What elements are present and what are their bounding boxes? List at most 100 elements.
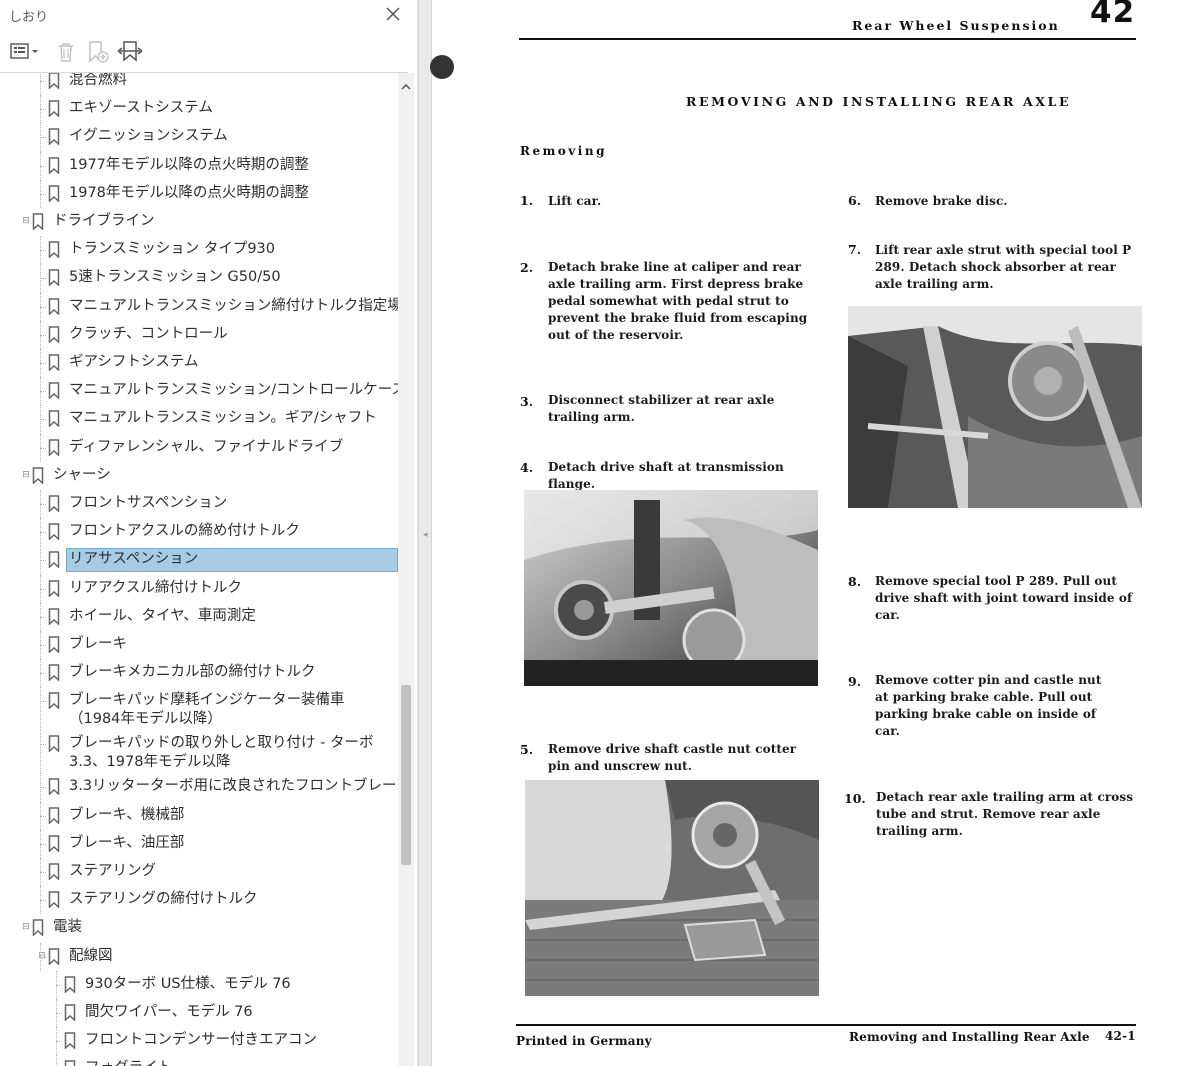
panel-scrollbar[interactable] (398, 73, 414, 1066)
bookmark-label: ホイール、タイヤ、車両測定 (69, 607, 256, 624)
section-title: REMOVING AND INSTALLING REAR AXLE (686, 94, 1072, 109)
step-number: 5. (520, 742, 534, 757)
bookmark-label: イグニッションシステム (69, 128, 228, 145)
bookmark-icon (48, 495, 60, 512)
expand-bookmark-button[interactable] (116, 40, 144, 64)
collapse-toggle-icon[interactable]: ⊟ (22, 470, 30, 479)
bookmark-item[interactable]: ブレーキメカニカル部の締付けトルク (0, 659, 398, 688)
bookmark-item[interactable]: ブレーキ、機械部 (0, 801, 398, 830)
collapse-toggle-icon[interactable]: ⊟ (22, 923, 30, 932)
step-text: Remove cotter pin and castle nut at park… (875, 673, 1102, 738)
bookmark-item[interactable]: ディファレンシャル、ファイナルドライブ (0, 433, 398, 462)
running-head: Rear Wheel Suspension (852, 18, 1060, 33)
tree-connector (40, 179, 41, 208)
bookmark-item[interactable]: ⊟ 配線図 (0, 942, 398, 971)
close-panel-button[interactable] (380, 2, 406, 26)
panel-splitter[interactable]: ◂ (418, 0, 432, 1066)
bookmark-item[interactable]: マニュアルトランスミッション締付けトルク指定場所 (0, 292, 398, 321)
bookmark-item[interactable]: ⊟ シャーシ (0, 462, 398, 490)
bookmark-item[interactable]: フォグライト (0, 1055, 398, 1066)
bookmark-item[interactable]: 930ターボ US仕様、モデル 76 (0, 970, 398, 999)
wheel-hub-photo (525, 780, 819, 996)
bookmark-item[interactable]: マニュアルトランスミッション/コントロールケース (0, 377, 398, 406)
scroll-thumb[interactable] (401, 685, 411, 865)
bookmark-item[interactable]: フロントアクスルの締め付けトルク (0, 518, 398, 547)
bookmark-icon (48, 579, 60, 597)
bookmark-item[interactable]: トランスミッション タイプ930 (0, 236, 398, 265)
tree-connector (40, 123, 41, 152)
collapse-toggle-icon[interactable]: ⊟ (22, 217, 30, 226)
step-number: 6. (848, 193, 862, 208)
bookmark-item[interactable]: ブレーキパッドの取り外しと取り付け - ターボ 3.3、1978年モデル以降 (0, 730, 398, 774)
bookmark-item[interactable]: エキゾーストシステム (0, 95, 398, 124)
delete-bookmark-button[interactable] (54, 40, 78, 64)
bookmark-icon (32, 467, 44, 484)
bookmark-label: ブレーキメカニカル部の締付けトルク (69, 664, 316, 681)
bookmark-item[interactable]: 3.3リッターターボ用に改良されたフロントブレーキ (0, 773, 398, 802)
bookmark-item[interactable]: 間欠ワイパー、モデル 76 (0, 999, 398, 1028)
bookmark-icon (64, 976, 76, 993)
bookmark-item[interactable]: ⊟ ドライブライン (0, 208, 398, 236)
new-bookmark-icon (89, 41, 109, 63)
new-bookmark-button[interactable] (85, 40, 111, 64)
bookmark-label: リアサスペンション (69, 551, 199, 568)
chevron-up-icon (401, 83, 411, 90)
bookmark-icon (48, 438, 60, 456)
bookmark-icon (48, 128, 60, 146)
bookmark-item[interactable]: ステアリングの締付けトルク (0, 886, 398, 915)
bookmark-item[interactable]: 混合燃料 (0, 73, 398, 96)
tree-connector (40, 942, 41, 971)
bookmark-item[interactable]: マニュアルトランスミッション。ギア/シャフト (0, 405, 398, 434)
tree-connector (56, 1027, 57, 1056)
bookmark-item[interactable]: ギアシフトシステム (0, 349, 398, 378)
tree-connector (40, 236, 41, 265)
footer-title: Removing and Installing Rear Axle (849, 1030, 1090, 1044)
scroll-up-button[interactable] (398, 79, 414, 95)
bookmark-label: フロントコンデンサー付きエアコン (85, 1032, 317, 1049)
bookmark-label: フォグライト (85, 1059, 172, 1066)
bookmark-item[interactable]: 1977年モデル以降の点火時期の調整 (0, 151, 398, 180)
bookmark-item[interactable]: 5速トランスミッション G50/50 (0, 264, 398, 293)
tree-connector (40, 518, 41, 547)
tree-connector (40, 433, 41, 462)
bookmark-item[interactable]: 1978年モデル以降の点火時期の調整 (0, 179, 398, 208)
step-text: Lift car. (548, 194, 602, 208)
bookmark-item[interactable]: フロントコンデンサー付きエアコン (0, 1027, 398, 1056)
tree-connector (40, 574, 41, 603)
step-text: Remove drive shaft castle nut cotter pin… (548, 742, 797, 773)
bookmark-label: フロントサスペンション (69, 495, 228, 511)
bookmark-item[interactable]: ブレーキパッド摩耗インジケーター装備車（1984年モデル以降） (0, 687, 398, 731)
tree-connector (40, 405, 41, 434)
bookmark-item[interactable]: ⊟ 電装 (0, 914, 398, 942)
bookmark-label: 間欠ワイパー、モデル 76 (85, 1004, 253, 1020)
bookmark-label: ステアリングの締付けトルク (69, 891, 258, 908)
bookmark-label: ブレーキ (69, 636, 127, 652)
footer-rule (516, 1024, 1136, 1026)
bookmark-item[interactable]: クラッチ、コントロール (0, 320, 398, 349)
bookmark-icon (48, 269, 60, 287)
bookmark-item[interactable]: リアサスペンション (0, 546, 398, 575)
tree-connector (40, 730, 41, 774)
tree-connector (40, 320, 41, 349)
footer-left: Printed in Germany (516, 1034, 652, 1048)
bookmark-options-button[interactable] (8, 40, 40, 64)
bookmark-icon (48, 185, 60, 202)
bookmark-item[interactable]: ステアリング (0, 858, 398, 887)
bookmark-item[interactable]: ブレーキ (0, 631, 398, 660)
bookmark-icon (48, 664, 60, 682)
bookmark-icon (48, 835, 60, 852)
bookmark-label: 5速トランスミッション G50/50 (69, 269, 281, 286)
bookmark-icon (48, 551, 60, 569)
panel-title: しおり (9, 10, 49, 25)
bookmark-label: ブレーキ、油圧部 (69, 834, 185, 851)
bookmark-item[interactable]: ホイール、タイヤ、車両測定 (0, 602, 398, 631)
bookmark-item[interactable]: フロントサスペンション (0, 490, 398, 519)
bookmark-item[interactable]: リアアクスル締付けトルク (0, 574, 398, 603)
bookmark-item[interactable]: ブレーキ、油圧部 (0, 829, 398, 858)
bookmark-icon (48, 73, 60, 89)
bookmark-label: 電装 (53, 919, 82, 936)
step-text: Remove special tool P 289. Pull out driv… (875, 574, 1133, 622)
tree-connector (40, 151, 41, 180)
suspension-photo (524, 490, 818, 686)
bookmark-item[interactable]: イグニッションシステム (0, 123, 398, 152)
